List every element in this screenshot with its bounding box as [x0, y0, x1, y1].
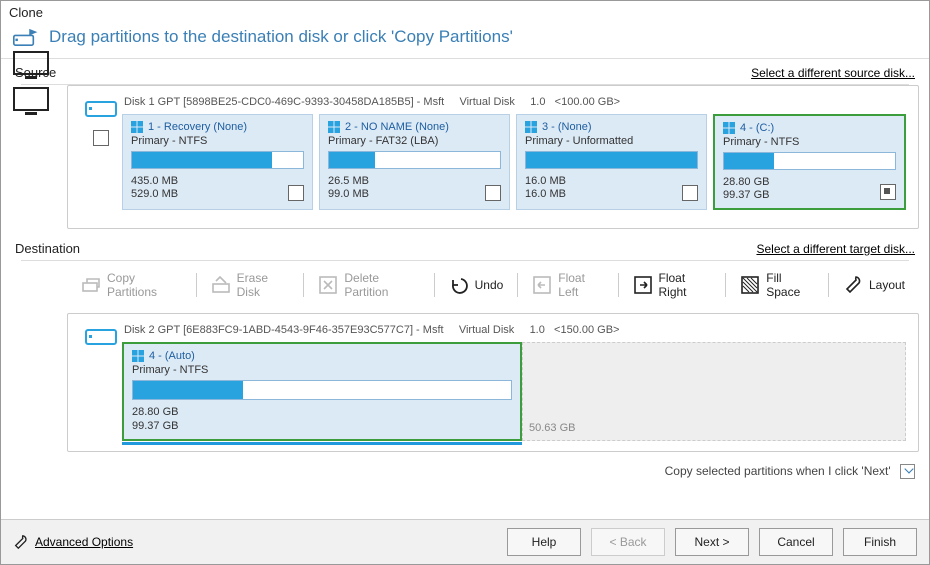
- layout-button[interactable]: Layout: [833, 271, 915, 299]
- copy-on-next-checkbox[interactable]: [900, 464, 915, 479]
- destination-disk-meta: Disk 2 GPT [6E883FC9-1ABD-4543-9F46-357E…: [122, 324, 906, 342]
- windows-icon: [723, 122, 735, 134]
- undo-icon: [449, 275, 469, 295]
- partition-subtitle: Primary - FAT32 (LBA): [328, 135, 501, 147]
- float-right-button[interactable]: Float Right: [623, 267, 722, 303]
- partition-total: 529.0 MB: [131, 188, 304, 201]
- delete-icon: [318, 275, 338, 295]
- free-space-region[interactable]: 50.63 GB: [522, 342, 906, 440]
- usage-bar: [131, 151, 304, 169]
- destination-partition[interactable]: 4 - (Auto) Primary - NTFS 28.80 GB 99.37…: [122, 342, 522, 440]
- float-right-icon: [633, 275, 653, 295]
- instruction-text: Drag partitions to the destination disk …: [49, 27, 513, 47]
- partition-title: 4 - (C:): [740, 122, 774, 134]
- button-bar: Advanced Options Help < Back Next > Canc…: [1, 519, 929, 564]
- source-section: Source Select a different source disk...…: [1, 59, 929, 235]
- help-button[interactable]: Help: [507, 528, 581, 556]
- monitor-icon: [13, 51, 49, 81]
- partition-total: 99.0 MB: [328, 188, 501, 201]
- source-partition[interactable]: 2 - NO NAME (None) Primary - FAT32 (LBA) 2…: [319, 114, 510, 210]
- window-title: Clone: [1, 1, 929, 20]
- undo-button[interactable]: Undo: [439, 271, 514, 299]
- destination-section: Destination Select a different target di…: [1, 235, 929, 457]
- erase-disk-button[interactable]: Erase Disk: [201, 267, 300, 303]
- disk-icon: [85, 96, 117, 118]
- partition-used: 28.80 GB: [723, 176, 896, 189]
- erase-icon: [211, 275, 231, 295]
- usage-bar: [328, 151, 501, 169]
- windows-icon: [132, 350, 144, 362]
- free-space-label: 50.63 GB: [529, 422, 575, 434]
- cancel-button[interactable]: Cancel: [759, 528, 833, 556]
- monitor-icon: [13, 87, 49, 117]
- usage-bar: [723, 152, 896, 170]
- selection-underline: [122, 442, 522, 445]
- delete-partition-button[interactable]: Delete Partition: [308, 267, 429, 303]
- back-button[interactable]: < Back: [591, 528, 665, 556]
- fill-space-icon: [740, 275, 760, 295]
- source-disk-meta: Disk 1 GPT [5898BE25-CDC0-469C-9393-3045…: [122, 96, 906, 114]
- destination-disk-panel: Disk 2 GPT [6E883FC9-1ABD-4543-9F46-357E…: [67, 313, 919, 451]
- partition-total: 99.37 GB: [132, 420, 512, 433]
- partition-checkbox[interactable]: [880, 184, 896, 200]
- wrench-icon: [843, 275, 863, 295]
- partition-used: 16.0 MB: [525, 175, 698, 188]
- partition-title: 2 - NO NAME (None): [345, 121, 449, 133]
- partition-title: 3 - (None): [542, 121, 592, 133]
- select-different-source-link[interactable]: Select a different source disk...: [751, 66, 915, 80]
- select-different-target-link[interactable]: Select a different target disk...: [756, 242, 915, 256]
- float-left-button[interactable]: Float Left: [522, 267, 613, 303]
- windows-icon: [525, 121, 537, 133]
- instruction-row: Drag partitions to the destination disk …: [1, 20, 929, 59]
- usage-bar: [132, 380, 512, 400]
- windows-icon: [131, 121, 143, 133]
- copy-on-next-label: Copy selected partitions when I click 'N…: [665, 464, 891, 478]
- partition-used: 28.80 GB: [132, 406, 512, 419]
- drive-arrow-icon: [13, 26, 39, 48]
- partition-subtitle: Primary - NTFS: [132, 364, 512, 376]
- partition-total: 16.0 MB: [525, 188, 698, 201]
- copy-on-next-row: Copy selected partitions when I click 'N…: [1, 458, 929, 485]
- source-partition[interactable]: 3 - (None) Primary - Unformatted 16.0 MB16…: [516, 114, 707, 210]
- copy-icon: [81, 275, 101, 295]
- partition-used: 26.5 MB: [328, 175, 501, 188]
- usage-bar: [525, 151, 698, 169]
- clone-window: Clone Drag partitions to the destination…: [0, 0, 930, 565]
- partition-subtitle: Primary - NTFS: [723, 136, 896, 148]
- partition-subtitle: Primary - Unformatted: [525, 135, 698, 147]
- source-disk-panel: Disk 1 GPT [5898BE25-CDC0-469C-9393-3045…: [67, 85, 919, 229]
- source-disk-checkbox[interactable]: [93, 130, 109, 146]
- disk-icon: [85, 324, 117, 346]
- copy-partitions-button[interactable]: Copy Partitions: [71, 267, 192, 303]
- finish-button[interactable]: Finish: [843, 528, 917, 556]
- wrench-icon: [13, 534, 29, 550]
- source-partition[interactable]: 4 - (C:) Primary - NTFS 28.80 GB99.37 GB: [713, 114, 906, 210]
- partition-used: 435.0 MB: [131, 175, 304, 188]
- destination-toolbar: Copy Partitions Erase Disk Delete Partit…: [11, 261, 919, 313]
- partition-checkbox[interactable]: [682, 185, 698, 201]
- source-partition[interactable]: 1 - Recovery (None) Primary - NTFS 435.0 M…: [122, 114, 313, 210]
- fill-space-button[interactable]: Fill Space: [730, 267, 824, 303]
- partition-subtitle: Primary - NTFS: [131, 135, 304, 147]
- float-left-icon: [532, 275, 552, 295]
- advanced-options-link[interactable]: Advanced Options: [13, 534, 133, 550]
- destination-label: Destination: [15, 241, 80, 256]
- partition-total: 99.37 GB: [723, 189, 896, 202]
- windows-icon: [328, 121, 340, 133]
- partition-checkbox[interactable]: [485, 185, 501, 201]
- next-button[interactable]: Next >: [675, 528, 749, 556]
- partition-checkbox[interactable]: [288, 185, 304, 201]
- partition-title: 4 - (Auto): [149, 350, 195, 362]
- partition-title: 1 - Recovery (None): [148, 121, 247, 133]
